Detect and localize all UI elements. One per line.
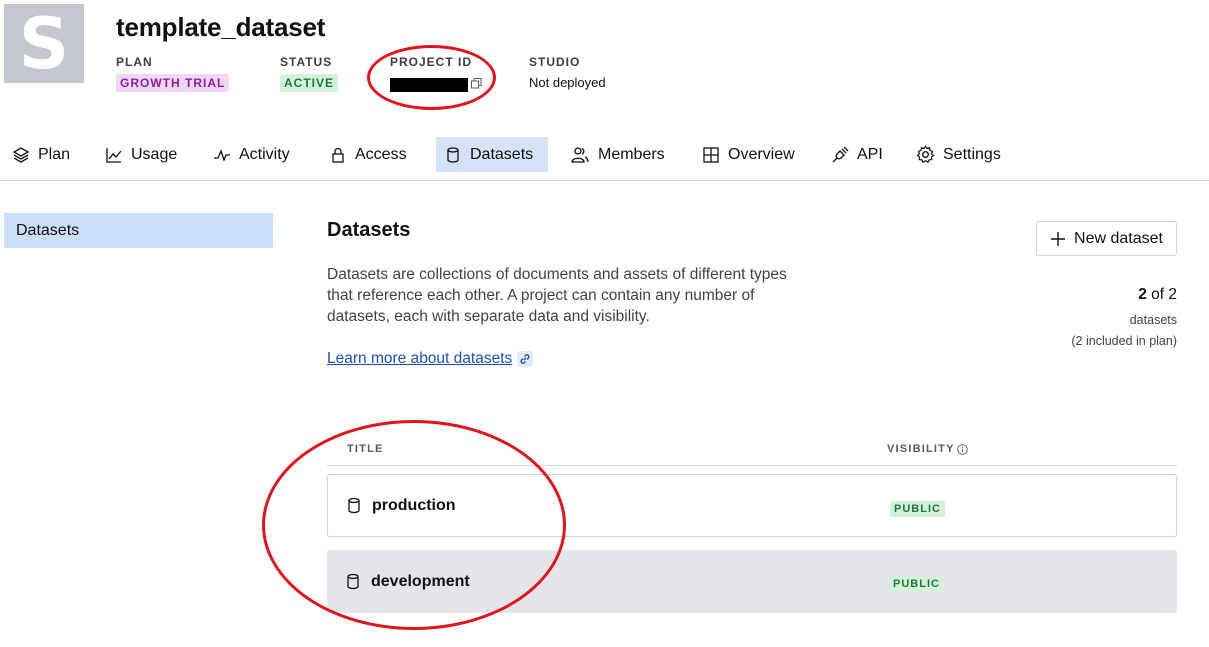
count-of: of 2 [1151, 286, 1177, 303]
new-dataset-button[interactable]: New dataset [1036, 221, 1177, 256]
database-icon [447, 146, 459, 163]
page-title: Datasets [327, 219, 411, 241]
tab-settings[interactable]: Settings [908, 137, 1009, 172]
stack-icon [12, 146, 30, 163]
visibility-badge: PUBLIC [890, 501, 945, 517]
tab-label: API [857, 145, 883, 163]
tab-label: Plan [38, 145, 71, 163]
column-header-title: TITLE [347, 443, 384, 455]
tab-access[interactable]: Access [321, 137, 415, 172]
database-icon [348, 497, 360, 514]
line-chart-icon [106, 147, 122, 163]
tab-label: Access [355, 145, 407, 163]
project-title: template_dataset [116, 12, 326, 42]
info-icon[interactable] [956, 443, 968, 455]
new-dataset-label: New dataset [1074, 229, 1163, 247]
dataset-title: development [371, 572, 470, 590]
avatar-letter: S [18, 2, 70, 85]
tab-overview[interactable]: Overview [694, 137, 803, 172]
dataset-name: development [345, 550, 470, 613]
visibility-badge: PUBLIC [889, 576, 944, 592]
sidebar-item-datasets[interactable]: Datasets [4, 213, 273, 248]
project-id-label: PROJECT ID [390, 55, 473, 69]
table-row[interactable]: production PUBLIC [327, 474, 1177, 537]
link-icon [517, 351, 534, 367]
plus-icon [1051, 231, 1066, 246]
plan-meta: PLAN GROWTH TRIAL [116, 55, 230, 92]
count-note: (2 included in plan) [1071, 334, 1177, 348]
activity-icon [214, 148, 230, 162]
dataset-title: production [372, 496, 456, 514]
count-used: 2 [1138, 286, 1147, 303]
tab-label: Overview [728, 145, 795, 163]
project-tabs: Plan Usage Activity Access Datasets Memb… [0, 137, 1209, 173]
users-icon [571, 146, 589, 163]
tab-api[interactable]: API [823, 137, 891, 172]
tab-usage[interactable]: Usage [97, 137, 185, 172]
project-id-meta: PROJECT ID [390, 55, 482, 94]
learn-more-label: Learn more about datasets [327, 350, 513, 367]
status-meta: STATUS ACTIVE [280, 55, 339, 92]
tab-datasets[interactable]: Datasets [436, 137, 548, 172]
database-icon [347, 573, 359, 590]
learn-more-link[interactable]: Learn more about datasets [327, 350, 534, 368]
tab-label: Activity [239, 145, 290, 163]
gear-icon [916, 145, 935, 164]
copy-icon[interactable] [471, 76, 482, 94]
plan-badge: GROWTH TRIAL [116, 74, 230, 92]
studio-value: Not deployed [529, 75, 606, 90]
table-header-divider [327, 465, 1177, 466]
lock-icon [332, 147, 344, 163]
plan-label: PLAN [116, 55, 153, 69]
dataset-count: 2 of 2 datasets (2 included in plan) [1071, 286, 1177, 352]
tab-members[interactable]: Members [562, 137, 673, 172]
table-row[interactable]: development PUBLIC [327, 550, 1177, 613]
plug-icon [832, 146, 849, 162]
grid-icon [703, 146, 719, 163]
studio-meta: STUDIO Not deployed [529, 55, 606, 90]
tab-activity[interactable]: Activity [205, 137, 298, 172]
tab-label: Usage [131, 145, 178, 163]
tab-label: Members [598, 145, 665, 163]
status-label: STATUS [280, 55, 333, 69]
column-header-visibility: VISIBILITY [887, 443, 968, 455]
count-unit: datasets [1129, 313, 1177, 327]
project-id-redacted [390, 78, 468, 92]
datasets-description: Datasets are collections of documents an… [327, 266, 787, 325]
status-badge: ACTIVE [280, 74, 339, 92]
dataset-name: production [346, 475, 456, 536]
sidebar-item-label: Datasets [16, 221, 80, 239]
column-header-visibility-label: VISIBILITY [887, 443, 955, 455]
project-avatar: S [4, 4, 84, 83]
tab-label: Settings [943, 145, 1001, 163]
tab-plan[interactable]: Plan [4, 137, 78, 172]
tab-label: Datasets [470, 145, 534, 163]
studio-label: STUDIO [529, 55, 581, 69]
tabs-divider [0, 180, 1209, 181]
